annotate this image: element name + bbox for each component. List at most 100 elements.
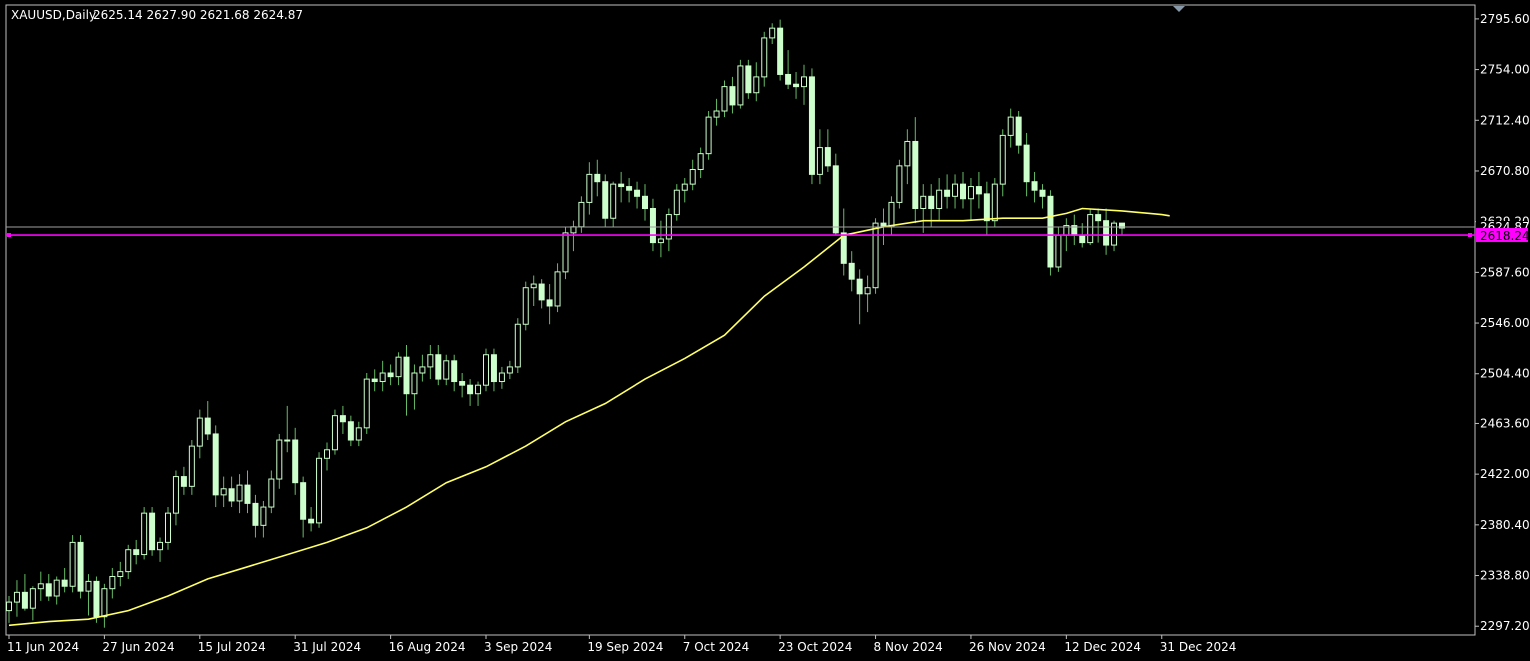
candle-body-up [6,601,12,612]
candle-body-up [284,439,291,442]
candle [896,159,903,209]
candle-body-down [339,415,346,423]
candle-body-down [347,421,354,441]
candle-body-up [196,417,203,447]
candle-body-down [944,189,951,197]
candle-body-down [912,140,919,210]
candle-body-up [904,140,911,167]
candle-body-up [37,583,44,590]
candle-body-down [133,549,140,556]
candle-body-down [793,83,800,88]
x-tick-label: 27 Jun 2024 [102,640,174,654]
candle [188,440,195,495]
candle [705,111,712,160]
candle [212,425,219,508]
x-tick-label: 8 Nov 2024 [874,640,943,654]
candle-body-up [411,372,418,395]
candle-body-up [69,541,76,587]
candle-body-up [769,27,776,39]
candle-body-up [681,183,688,191]
candle-body-up [29,588,36,609]
candle-body-up [657,238,664,244]
candle-body-down [1015,116,1022,146]
x-tick-label: 16 Aug 2024 [389,640,466,654]
candle-body-down [594,173,601,183]
candle-body-up [109,576,116,590]
candle-body-up [331,415,338,451]
candle-body-down [832,165,839,234]
candle-body-up [157,541,164,551]
candle [483,348,489,392]
candle-body-down [975,186,982,195]
candle-body-up [395,356,402,378]
candle-body-up [967,186,974,200]
candle-body-up [896,165,903,203]
y-tick-label: 2546.00 [1480,316,1530,330]
candle-body-down [602,181,609,219]
candle [737,59,744,109]
candle-body-up [117,571,124,578]
ohlc-open: 2625.14 [93,8,143,22]
candle-body-down [435,354,442,380]
candle-body-up [578,201,585,228]
candle-body-up [1111,222,1118,246]
candle-body-up [721,86,728,112]
candle-body-up [355,427,362,441]
x-tick-label: 15 Jul 2024 [198,640,266,654]
candle-body-up [363,378,370,429]
x-tick-label: 31 Dec 2024 [1160,640,1237,654]
y-tick-label: 2504.40 [1480,367,1530,381]
candle-body-up [220,488,227,496]
candle-body-down [546,299,553,307]
candle-body-up [816,147,823,175]
y-tick-label: 2297.20 [1480,619,1530,633]
candle-body-up [522,287,529,325]
candle-body-down [745,65,752,94]
candle-body-up [506,366,513,374]
candle-body-up [530,283,537,289]
candle-body-up [920,195,927,210]
candle-body-up [697,153,704,171]
ohlc-low: 2621.68 [200,8,250,22]
price-chart[interactable]: 2795.602754.002712.402670.802629.202587.… [0,0,1530,661]
candle-body-down [292,439,299,484]
level-anchor-left-icon[interactable] [7,233,11,238]
candle-body-up [101,588,108,618]
candle-body-up [801,76,807,88]
candle-body-up [689,169,696,185]
candle-body-down [403,356,410,395]
candle-body-down [626,186,633,191]
candle-body-up [753,76,760,94]
level-anchor-right-icon[interactable] [1468,233,1472,238]
candle [1047,190,1054,276]
candle-body-down [1095,214,1102,222]
candle-body-down [244,484,251,504]
candle-body-down [459,381,466,386]
candle [745,59,752,99]
candle-body-up [872,222,879,289]
candle-body-down [180,476,187,487]
candle-body-down [300,482,307,520]
candle-body-down [729,86,736,106]
candle-body-down [777,27,784,75]
candle-body-up [888,201,895,228]
y-tick-label: 2463.60 [1480,416,1530,430]
candle-body-up [1007,116,1014,136]
candle [363,373,370,434]
candle-body-up [705,116,712,155]
ohlc-close: 2624.87 [253,8,303,22]
candle-body-down [387,372,394,378]
y-tick-label: 2754.00 [1480,63,1530,77]
candle-body-up [554,271,561,307]
candle-body-up [316,457,323,524]
candle-body-up [419,366,426,374]
candle-body-up [324,449,330,459]
ohlc-high: 2627.90 [146,8,196,22]
candle-body-down [1079,234,1086,244]
candle-body-up [514,323,521,368]
candle-body-down [45,583,52,597]
header-ohlc: 2625.14 2627.90 2621.68 2624.87 [93,8,303,22]
header-symbol-timeframe: XAUUSD,Daily [11,8,96,22]
candle-body-down [538,283,545,301]
candle-body-down [960,183,966,200]
